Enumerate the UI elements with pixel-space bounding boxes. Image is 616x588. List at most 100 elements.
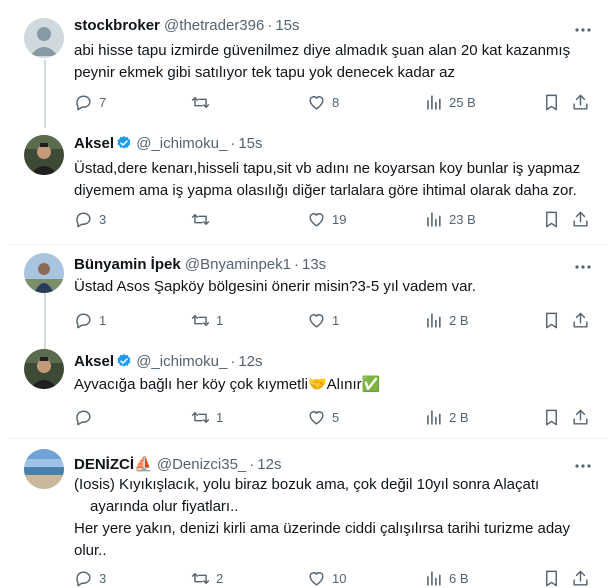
retweet-icon [191,569,210,588]
share-button[interactable] [571,209,590,229]
retweet-button[interactable] [191,92,216,112]
views-button[interactable]: 25 B [424,92,476,112]
bookmark-icon [542,210,561,229]
reply-icon [74,569,93,588]
like-button[interactable]: 5 [307,407,339,427]
retweet-icon [191,93,210,112]
bookmark-button[interactable] [542,310,561,330]
share-button[interactable] [571,92,590,112]
author-name[interactable]: stockbroker [74,17,160,34]
bookmark-icon [542,408,561,427]
retweet-icon [191,210,210,229]
tweet[interactable]: Aksel @_ichimoku_ · 12s Ayvacığa bağlı her… [0,343,616,438]
author-handle[interactable]: @_ichimoku_ [136,353,227,370]
tweet-text: Üstad,dere kenarı,hisseli tapu,sit vb ad… [74,158,582,202]
tweet-text: Üstad Asos Şapköy bölgesini önerir misin… [74,276,582,298]
reply-button[interactable]: 1 [74,310,106,330]
tweet[interactable]: Aksel @_ichimoku_ · 15s Üstad,dere kenarı,… [0,122,616,244]
views-button[interactable]: 2 B [424,407,469,427]
more-icon[interactable] [574,457,592,475]
avatar[interactable] [24,135,64,175]
author-handle[interactable]: @Bnyaminpek1 [185,256,291,273]
author-name[interactable]: DENİZCİ⛵ [74,456,153,473]
reply-icon [74,93,93,112]
bookmark-icon [542,93,561,112]
reply-button[interactable]: 7 [74,92,106,112]
tweet[interactable]: Bünyamin İpek @Bnyaminpek1 · 13s Üstad Aso… [0,245,616,343]
action-bar: 7 8 25 B [74,92,599,112]
tweet-text-line: Üstad,dere kenarı,hisseli tapu,sit vb ad… [74,160,581,177]
reply-button[interactable]: 3 [74,568,106,588]
action-bar: 3 19 23 B [74,209,599,229]
tweet-text: (Iosis) Kıyıkışlacık, yolu biraz bozuk a… [74,474,582,562]
author-name[interactable]: Aksel [74,135,114,152]
views-button[interactable]: 23 B [424,209,476,229]
tweet-header: DENİZCİ⛵ @Denizci35_ · 12s [74,456,282,473]
retweet-button[interactable]: 2 [191,568,223,588]
author-handle[interactable]: @Denizci35_ [157,456,246,473]
more-icon[interactable] [574,258,592,276]
share-button[interactable] [571,568,590,588]
author-handle[interactable]: @thetrader396 [164,17,264,34]
avatar[interactable] [24,253,64,293]
timestamp[interactable]: 12s [257,456,281,473]
timestamp[interactable]: 15s [238,135,262,152]
reply-icon [74,408,93,427]
tweet[interactable]: stockbroker @thetrader396 · 15s abi hisse … [0,0,616,122]
views-count: 23 B [449,211,476,227]
tweet-text-line: diyemem ama iş yapma olasılığı diğer tar… [74,182,577,199]
like-button[interactable]: 1 [307,310,339,330]
bookmark-icon [542,311,561,330]
tweet-text: Ayvacığa bağlı her köy çok kıymetli🤝Alın… [74,374,582,396]
retweet-button[interactable]: 1 [191,310,223,330]
like-icon [307,210,326,229]
views-icon [424,210,443,229]
tweet-text-line: Her yere yakın, denizi kirli ama üzerind… [74,520,571,537]
retweet-count: 1 [216,409,224,425]
tweet-text-line: peynir ekmek gibi satılıyor tek tapu yok… [74,64,456,81]
retweet-button[interactable] [191,209,216,229]
like-icon [307,311,326,330]
views-icon [424,408,443,427]
tweet-text-line: ayarında olur fiyatları.. [90,498,239,515]
bookmark-button[interactable] [542,92,561,112]
reply-button[interactable]: 3 [74,209,106,229]
views-button[interactable]: 2 B [424,310,469,330]
reply-button[interactable] [74,407,99,427]
share-button[interactable] [571,407,590,427]
like-button[interactable]: 10 [307,568,346,588]
verified-badge-icon [116,353,132,369]
share-icon [571,569,590,588]
share-button[interactable] [571,310,590,330]
author-name[interactable]: Aksel [74,353,114,370]
tweet-header: Aksel @_ichimoku_ · 15s [74,135,263,152]
views-icon [424,93,443,112]
avatar[interactable] [24,18,64,58]
tweet-header: Bünyamin İpek @Bnyaminpek1 · 13s [74,256,327,273]
reply-count: 7 [99,94,107,110]
timestamp[interactable]: 12s [238,353,262,370]
views-icon [424,569,443,588]
views-count: 6 B [449,570,469,586]
timestamp[interactable]: 13s [302,256,326,273]
views-button[interactable]: 6 B [424,568,469,588]
tweet-header: stockbroker @thetrader396 · 15s [74,17,300,34]
avatar[interactable] [24,449,64,489]
like-button[interactable]: 8 [307,92,339,112]
like-icon [307,569,326,588]
bookmark-button[interactable] [542,209,561,229]
tweet-text-line: Üstad Asos Şapköy bölgesini önerir misin… [74,278,476,295]
bookmark-button[interactable] [542,568,561,588]
timestamp[interactable]: 15s [275,17,299,34]
author-handle[interactable]: @_ichimoku_ [136,135,227,152]
tweet[interactable]: DENİZCİ⛵ @Denizci35_ · 12s (Iosis) Kıyıkış… [0,439,616,586]
bookmark-button[interactable] [542,407,561,427]
retweet-count: 1 [216,312,224,328]
reply-count: 3 [99,570,107,586]
retweet-button[interactable]: 1 [191,407,223,427]
more-icon[interactable] [574,21,592,39]
author-name[interactable]: Bünyamin İpek [74,256,181,273]
like-icon [307,93,326,112]
like-button[interactable]: 19 [307,209,346,229]
avatar[interactable] [24,349,64,389]
